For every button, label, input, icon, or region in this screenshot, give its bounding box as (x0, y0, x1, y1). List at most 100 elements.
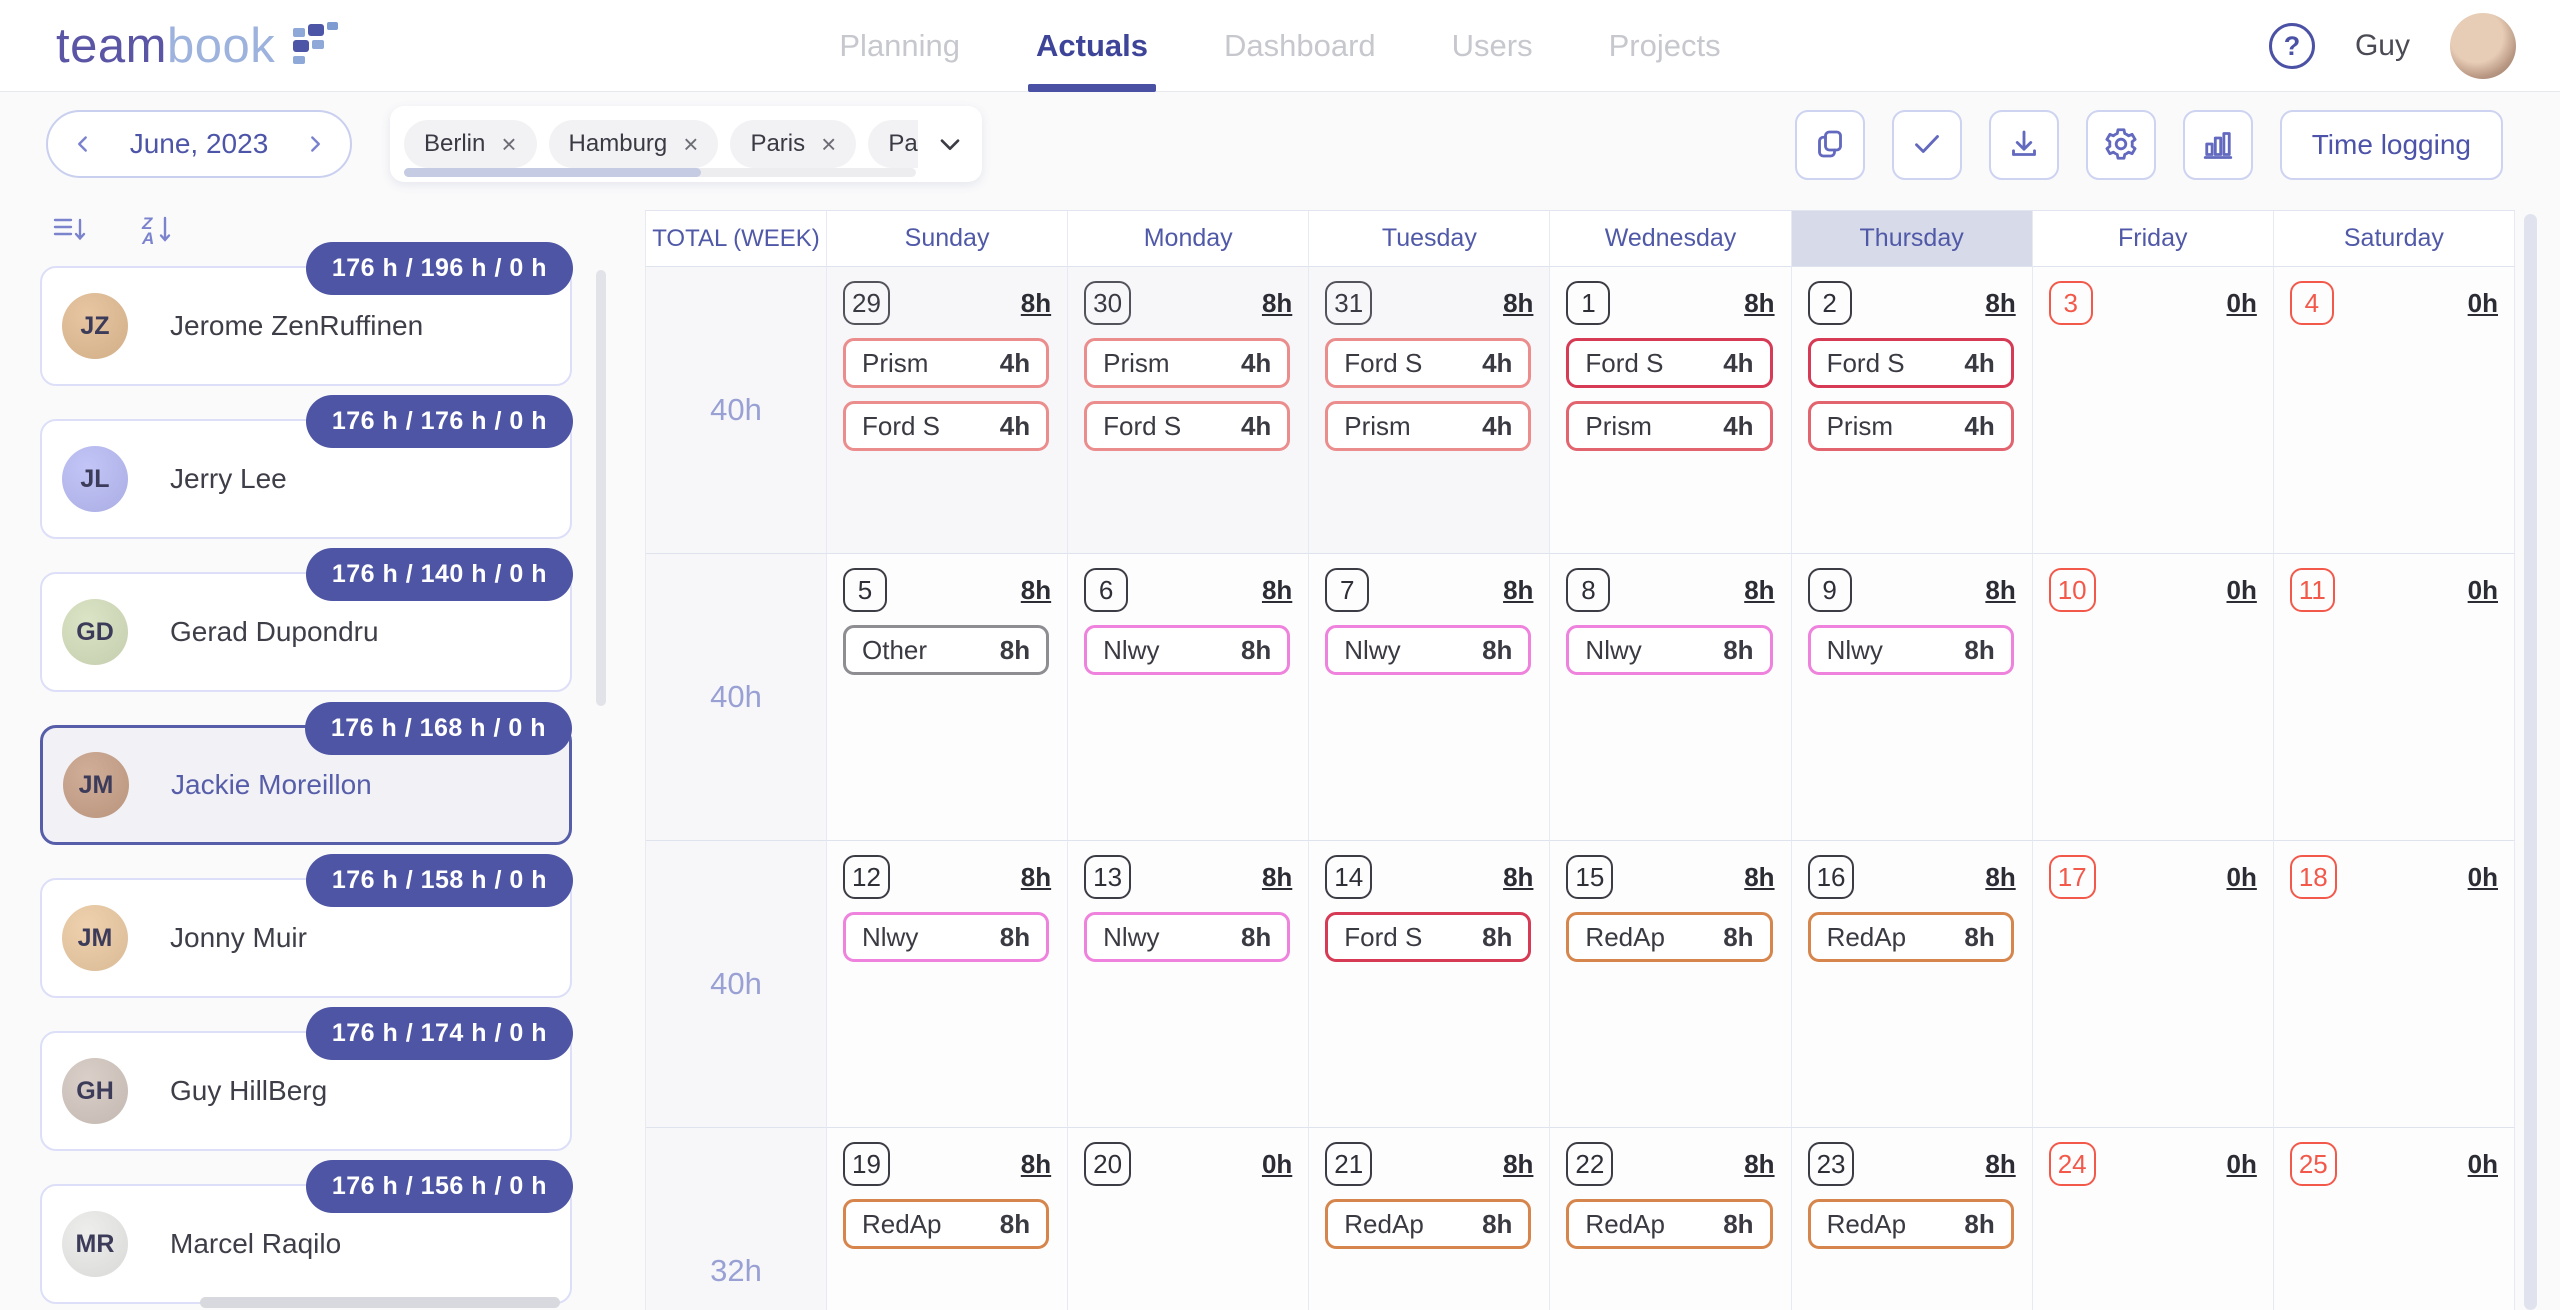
entry-pill-prism[interactable]: Prism4h (1808, 401, 2014, 451)
day-cell-19[interactable]: 198hRedAp8h (827, 1128, 1068, 1310)
filter-box[interactable]: Berlin×Hamburg×Paris×PartTimer_KF× (390, 106, 982, 182)
entry-pill-ford-s[interactable]: Ford S8h (1325, 912, 1531, 962)
next-month-button[interactable] (302, 131, 328, 157)
sort-list-desc-icon[interactable] (52, 212, 90, 246)
day-total-hours-link[interactable]: 8h (1744, 862, 1774, 893)
day-cell-14[interactable]: 148hFord S8h (1309, 841, 1550, 1128)
entry-pill-nlwy[interactable]: Nlwy8h (1566, 625, 1772, 675)
tab-planning[interactable]: Planning (839, 0, 960, 92)
day-total-hours-link[interactable]: 0h (2468, 862, 2498, 893)
entry-pill-redap[interactable]: RedAp8h (1325, 1199, 1531, 1249)
day-cell-6[interactable]: 68hNlwy8h (1068, 554, 1309, 841)
entry-pill-prism[interactable]: Prism4h (1084, 338, 1290, 388)
day-cell-10[interactable]: 100h (2033, 554, 2274, 841)
day-total-hours-link[interactable]: 0h (2227, 1149, 2257, 1180)
day-total-hours-link[interactable]: 8h (1985, 1149, 2015, 1180)
day-total-hours-link[interactable]: 0h (2227, 862, 2257, 893)
day-cell-24[interactable]: 240h (2033, 1128, 2274, 1310)
chip-remove-icon[interactable]: × (821, 131, 836, 157)
day-cell-22[interactable]: 228hRedAp8h (1550, 1128, 1791, 1310)
sort-alpha-desc-icon[interactable]: ZA (142, 212, 173, 246)
entry-pill-ford-s[interactable]: Ford S4h (1808, 338, 2014, 388)
day-cell-13[interactable]: 138hNlwy8h (1068, 841, 1309, 1128)
entry-pill-other[interactable]: Other8h (843, 625, 1049, 675)
help-icon[interactable]: ? (2269, 23, 2315, 69)
day-cell-2[interactable]: 28hFord S4hPrism4h (1792, 267, 2033, 554)
entry-pill-redap[interactable]: RedAp8h (843, 1199, 1049, 1249)
day-total-hours-link[interactable]: 8h (1262, 288, 1292, 319)
day-cell-25[interactable]: 250h (2274, 1128, 2515, 1310)
filter-dropdown-chevron-icon[interactable] (934, 128, 966, 165)
month-label[interactable]: June, 2023 (130, 128, 269, 160)
day-cell-16[interactable]: 168hRedAp8h (1792, 841, 2033, 1128)
entry-pill-nlwy[interactable]: Nlwy8h (1084, 625, 1290, 675)
day-total-hours-link[interactable]: 8h (1262, 862, 1292, 893)
day-cell-29[interactable]: 298hPrism4hFord S4h (827, 267, 1068, 554)
day-cell-7[interactable]: 78hNlwy8h (1309, 554, 1550, 841)
day-cell-8[interactable]: 88hNlwy8h (1550, 554, 1791, 841)
entry-pill-redap[interactable]: RedAp8h (1566, 1199, 1772, 1249)
day-cell-31[interactable]: 318hFord S4hPrism4h (1309, 267, 1550, 554)
day-cell-12[interactable]: 128hNlwy8h (827, 841, 1068, 1128)
sidebar-vertical-scrollbar[interactable] (596, 270, 606, 706)
day-total-hours-link[interactable]: 8h (1744, 1149, 1774, 1180)
day-total-hours-link[interactable]: 0h (2468, 575, 2498, 606)
day-cell-18[interactable]: 180h (2274, 841, 2515, 1128)
day-total-hours-link[interactable]: 8h (1021, 862, 1051, 893)
day-total-hours-link[interactable]: 0h (2468, 288, 2498, 319)
entry-pill-nlwy[interactable]: Nlwy8h (1325, 625, 1531, 675)
user-avatar[interactable] (2450, 13, 2516, 79)
settings-button[interactable] (2086, 110, 2156, 180)
stats-button[interactable] (2183, 110, 2253, 180)
member-card-jerome-zenruffinen[interactable]: 176 h / 196 h / 0 hJZJerome ZenRuffinen (40, 266, 572, 386)
calendar-vertical-scrollbar[interactable] (2524, 214, 2537, 1310)
day-total-hours-link[interactable]: 0h (1262, 1149, 1292, 1180)
day-total-hours-link[interactable]: 8h (1744, 288, 1774, 319)
day-total-hours-link[interactable]: 0h (2468, 1149, 2498, 1180)
day-cell-5[interactable]: 58hOther8h (827, 554, 1068, 841)
entry-pill-ford-s[interactable]: Ford S4h (1566, 338, 1772, 388)
copy-button[interactable] (1795, 110, 1865, 180)
day-total-hours-link[interactable]: 8h (1503, 862, 1533, 893)
day-cell-23[interactable]: 238hRedAp8h (1792, 1128, 2033, 1310)
prev-month-button[interactable] (70, 131, 96, 157)
day-total-hours-link[interactable]: 8h (1503, 288, 1533, 319)
day-total-hours-link[interactable]: 8h (1503, 1149, 1533, 1180)
day-cell-15[interactable]: 158hRedAp8h (1550, 841, 1791, 1128)
download-button[interactable] (1989, 110, 2059, 180)
entry-pill-ford-s[interactable]: Ford S4h (1084, 401, 1290, 451)
entry-pill-redap[interactable]: RedAp8h (1808, 912, 2014, 962)
member-card-marcel-raqilo[interactable]: 176 h / 156 h / 0 hMRMarcel Raqilo (40, 1184, 572, 1304)
entry-pill-redap[interactable]: RedAp8h (1566, 912, 1772, 962)
day-cell-11[interactable]: 110h (2274, 554, 2515, 841)
member-card-jonny-muir[interactable]: 176 h / 158 h / 0 hJMJonny Muir (40, 878, 572, 998)
day-total-hours-link[interactable]: 0h (2227, 575, 2257, 606)
entry-pill-ford-s[interactable]: Ford S4h (1325, 338, 1531, 388)
day-cell-4[interactable]: 40h (2274, 267, 2515, 554)
entry-pill-ford-s[interactable]: Ford S4h (843, 401, 1049, 451)
entry-pill-prism[interactable]: Prism4h (1325, 401, 1531, 451)
chip-remove-icon[interactable]: × (501, 131, 516, 157)
entry-pill-redap[interactable]: RedAp8h (1808, 1199, 2014, 1249)
day-total-hours-link[interactable]: 8h (1021, 288, 1051, 319)
day-cell-30[interactable]: 308hPrism4hFord S4h (1068, 267, 1309, 554)
entry-pill-nlwy[interactable]: Nlwy8h (1084, 912, 1290, 962)
tab-dashboard[interactable]: Dashboard (1224, 0, 1376, 92)
day-total-hours-link[interactable]: 8h (1021, 575, 1051, 606)
entry-pill-nlwy[interactable]: Nlwy8h (843, 912, 1049, 962)
filter-chip-berlin[interactable]: Berlin× (404, 120, 537, 168)
day-cell-17[interactable]: 170h (2033, 841, 2274, 1128)
entry-pill-prism[interactable]: Prism4h (1566, 401, 1772, 451)
day-cell-20[interactable]: 200h (1068, 1128, 1309, 1310)
day-total-hours-link[interactable]: 8h (1262, 575, 1292, 606)
member-card-jackie-moreillon[interactable]: 176 h / 168 h / 0 hJMJackie Moreillon (40, 725, 572, 845)
time-logging-button[interactable]: Time logging (2280, 110, 2503, 180)
day-total-hours-link[interactable]: 8h (1985, 575, 2015, 606)
member-card-jerry-lee[interactable]: 176 h / 176 h / 0 hJLJerry Lee (40, 419, 572, 539)
sidebar-horizontal-scrollbar[interactable] (200, 1297, 560, 1308)
day-cell-9[interactable]: 98hNlwy8h (1792, 554, 2033, 841)
day-total-hours-link[interactable]: 8h (1503, 575, 1533, 606)
filter-scrollbar-thumb[interactable] (404, 168, 701, 177)
day-total-hours-link[interactable]: 8h (1985, 862, 2015, 893)
day-total-hours-link[interactable]: 8h (1021, 1149, 1051, 1180)
